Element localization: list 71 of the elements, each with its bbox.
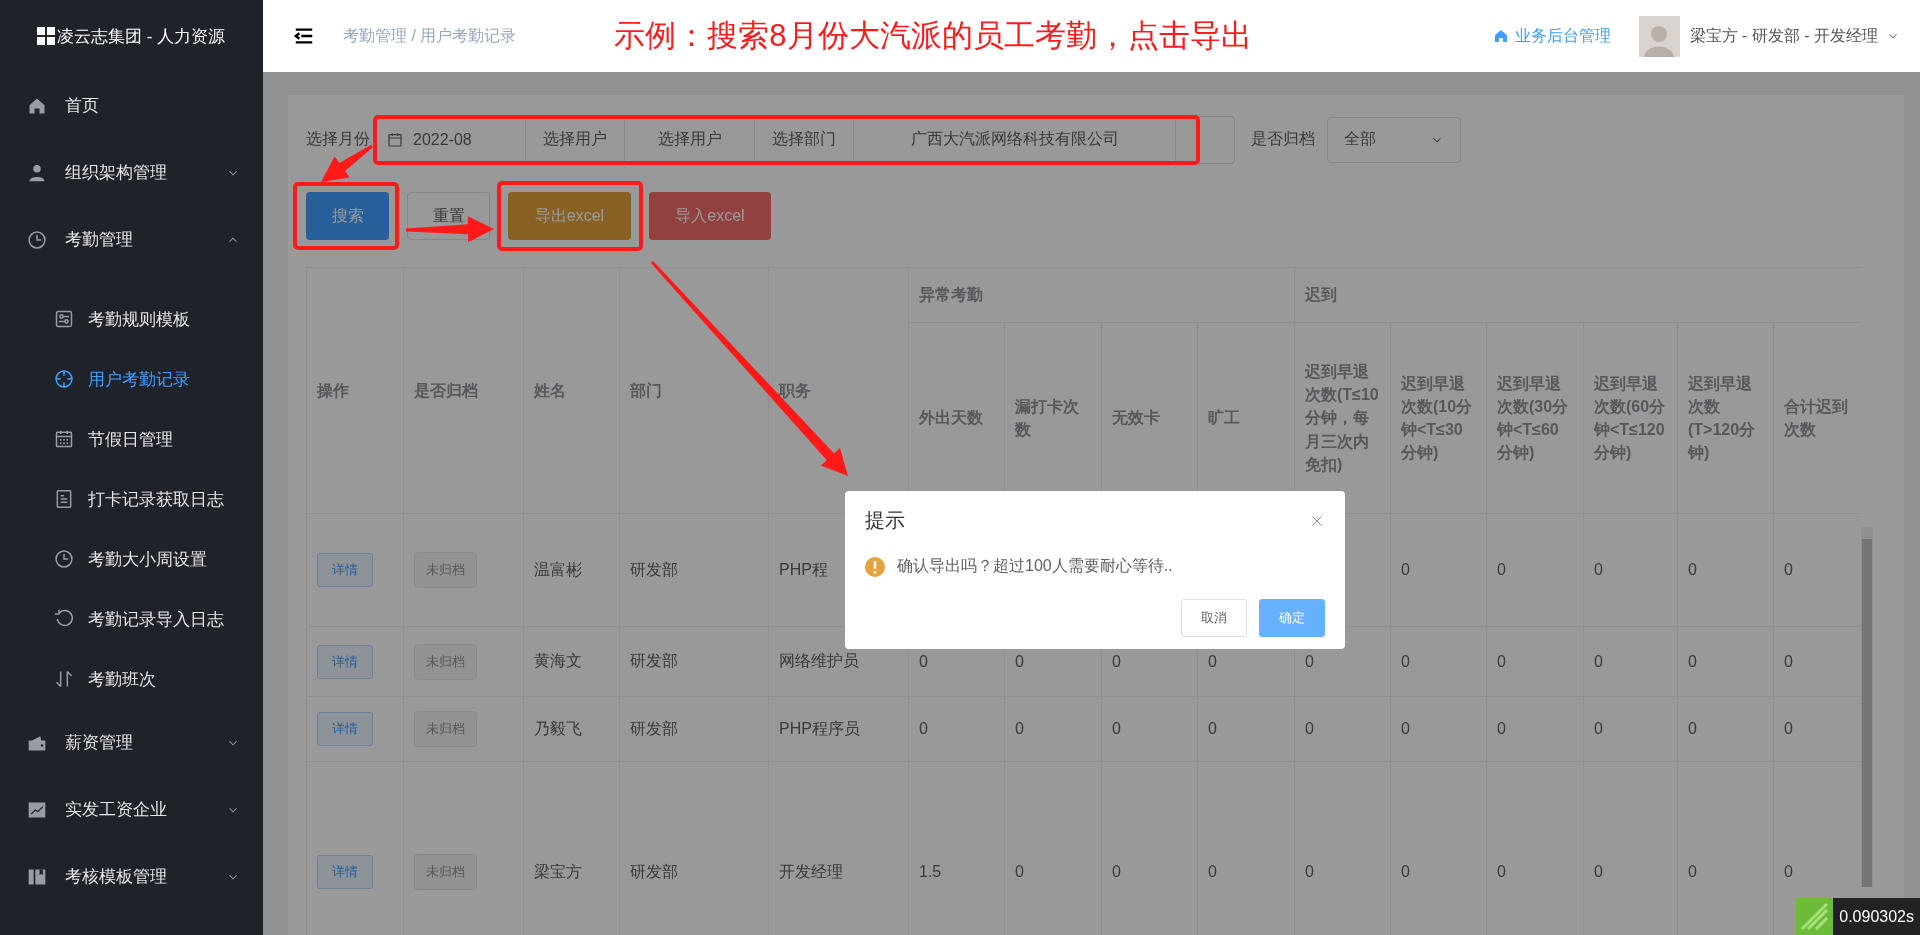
- table-cell: 0: [1390, 626, 1487, 697]
- column-header: 姓名: [523, 267, 620, 514]
- column-header: 操作: [306, 267, 404, 514]
- table-cell: 0: [1677, 626, 1774, 697]
- table-cell: 0: [1486, 696, 1584, 762]
- sidebar-item[interactable]: 组织架构管理: [0, 139, 263, 206]
- sidebar-subitem[interactable]: 节假日管理: [0, 409, 263, 469]
- column-header: 迟到早退次数(10分钟<T≤30分钟): [1390, 322, 1487, 514]
- annotation-text: 示例：搜索8月份大汽派的员工考勤，点击导出: [614, 17, 1252, 55]
- sidebar-item[interactable]: 考勤管理: [0, 206, 263, 273]
- column-header: 迟到早退次数(30分钟<T≤60分钟): [1486, 322, 1584, 514]
- table-cell: 0: [1583, 696, 1678, 762]
- avatar-placeholder: [1638, 15, 1680, 57]
- table-cell: 0: [1197, 696, 1295, 762]
- breadcrumb: 考勤管理 / 用户考勤记录: [343, 25, 517, 46]
- table-cell: 0: [1294, 696, 1391, 762]
- table-cell: 0: [1583, 626, 1678, 697]
- swap-arrows-icon: [54, 669, 74, 689]
- sidebar-subitem[interactable]: 打卡记录获取日志: [0, 469, 263, 529]
- warning-icon: [865, 556, 885, 577]
- table-cell: 0: [908, 696, 1005, 762]
- scrollbar[interactable]: [1861, 527, 1873, 887]
- sidebar-item[interactable]: 首页: [0, 72, 263, 139]
- sidebar-item[interactable]: 实发工资企业: [0, 776, 263, 843]
- calendar-icon: [387, 131, 403, 148]
- timer-text: 0.090302s: [1838, 907, 1915, 926]
- sidebar-item[interactable]: 薪资管理: [0, 709, 263, 776]
- logo-icon: [37, 27, 55, 45]
- table-cell: 0: [1486, 513, 1584, 627]
- sliders-icon: [54, 309, 74, 329]
- sidebar-subitem[interactable]: 考勤记录导入日志: [0, 589, 263, 649]
- crosshair-icon: [54, 369, 74, 389]
- sidebar-subitem[interactable]: 考勤班次: [0, 649, 263, 709]
- column-header: 是否归档: [403, 267, 524, 514]
- archive-select[interactable]: 全部: [1327, 116, 1461, 163]
- person-icon: [27, 162, 47, 183]
- column-header: 迟到早退次数(T>120分钟): [1677, 322, 1774, 514]
- table-cell: 温富彬: [523, 513, 620, 627]
- table-cell: 0: [1004, 696, 1102, 762]
- table-cell: 0: [1583, 513, 1678, 627]
- leaf-icon: [1796, 898, 1834, 935]
- sidebar-subitem[interactable]: 用户考勤记录: [0, 349, 263, 409]
- app-title: 凌云志集团 - 人力资源: [57, 25, 226, 48]
- sidebar-subitem[interactable]: 考勤大小周设置: [0, 529, 263, 589]
- table-cell: 0: [1101, 696, 1198, 762]
- field-label: 是否归档: [1251, 129, 1315, 149]
- document-icon: [54, 489, 74, 509]
- home-icon: [1492, 28, 1509, 44]
- refresh-icon: [54, 609, 74, 629]
- column-group-header: 迟到: [1294, 267, 1861, 323]
- table-cell: 0: [1390, 513, 1487, 627]
- field-label: 选择月份: [306, 129, 370, 149]
- table-cell: 乃毅飞: [523, 696, 620, 762]
- user-menu[interactable]: 梁宝方 - 研发部 - 开发经理: [1689, 25, 1878, 47]
- table-cell: PHP程序员: [768, 696, 909, 762]
- table-cell: 研发部: [619, 626, 769, 697]
- column-group-header: 异常考勤: [908, 267, 1295, 323]
- table-cell: 黄海文: [523, 626, 620, 697]
- table-cell: 0: [1486, 626, 1584, 697]
- table-cell: 0: [1677, 696, 1774, 762]
- table-cell: 0: [1390, 696, 1487, 762]
- clock-icon: [27, 229, 47, 250]
- table-cell: 0: [1677, 513, 1774, 627]
- table-cell: 研发部: [619, 513, 769, 627]
- sidebar-item[interactable]: 考核模板管理: [0, 843, 263, 910]
- table-cell: 研发部: [619, 696, 769, 762]
- cancel-button[interactable]: 取消: [1181, 599, 1247, 637]
- calendar-icon: [54, 429, 74, 449]
- clock-icon: [54, 549, 74, 569]
- column-header: 迟到早退次数(60分钟<T≤120分钟): [1583, 322, 1678, 514]
- sidebar-subitem[interactable]: 考勤规则模板: [0, 289, 263, 349]
